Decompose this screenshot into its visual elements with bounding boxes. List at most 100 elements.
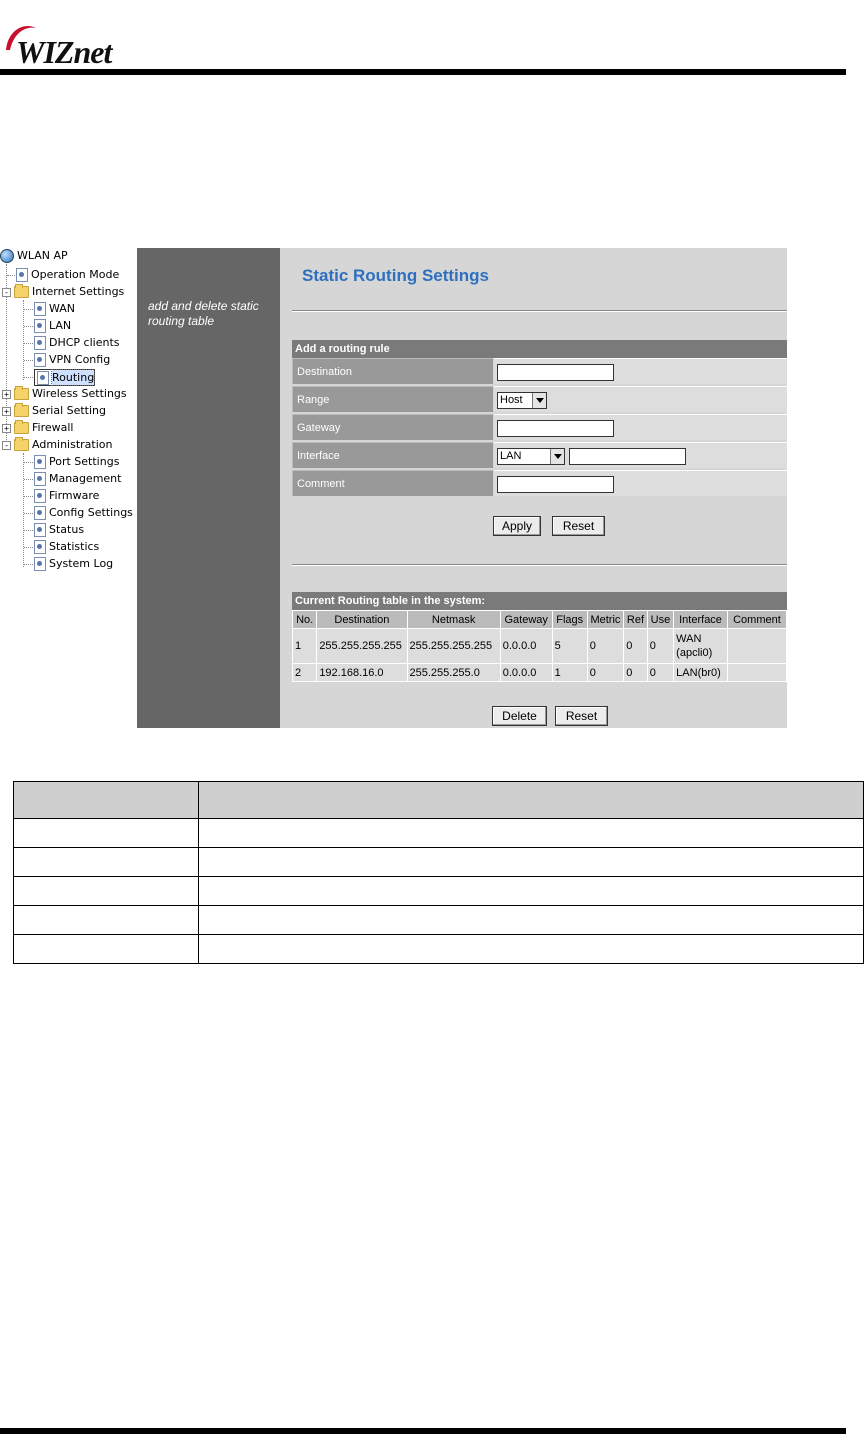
expand-icon[interactable]: + bbox=[2, 424, 11, 433]
collapse-icon[interactable]: - bbox=[2, 288, 11, 297]
col-header: Gateway bbox=[499, 610, 553, 629]
wiznet-logo: WIZnet bbox=[2, 20, 162, 70]
table-header-cell bbox=[13, 781, 199, 819]
tree-item-status[interactable]: Status bbox=[34, 522, 84, 538]
folder-icon bbox=[14, 420, 29, 434]
logo-text: WIZnet bbox=[16, 34, 112, 70]
routing-table-header: Current Routing table in the system: bbox=[292, 592, 787, 610]
page-icon bbox=[16, 268, 28, 282]
page-icon bbox=[34, 523, 46, 537]
page-icon bbox=[37, 370, 49, 385]
tree-item-operation-mode[interactable]: Operation Mode bbox=[16, 267, 119, 283]
interface-label: Interface bbox=[292, 442, 493, 468]
col-header: Netmask bbox=[406, 610, 501, 629]
col-header: Comment bbox=[726, 610, 787, 629]
table-row bbox=[13, 876, 864, 906]
tree-guide bbox=[23, 300, 24, 380]
tree-item-firewall[interactable]: Firewall bbox=[14, 420, 73, 436]
reset-button[interactable]: Reset bbox=[552, 516, 605, 536]
table-row bbox=[13, 905, 864, 935]
expand-icon[interactable]: + bbox=[2, 407, 11, 416]
tree-item-wan[interactable]: WAN bbox=[34, 301, 75, 317]
page-icon bbox=[34, 353, 46, 367]
router-ui-screenshot: WLAN AP Operation Mode - Internet Settin… bbox=[0, 248, 787, 728]
tree-root[interactable]: WLAN AP bbox=[0, 248, 68, 264]
col-header: No. bbox=[291, 610, 318, 629]
chevron-down-icon bbox=[550, 449, 564, 464]
network-globe-icon bbox=[0, 249, 14, 263]
comment-input[interactable] bbox=[497, 476, 614, 493]
footer-rule bbox=[0, 1428, 846, 1434]
nav-tree: WLAN AP Operation Mode - Internet Settin… bbox=[0, 248, 137, 728]
tree-item-management[interactable]: Management bbox=[34, 471, 121, 487]
table-row bbox=[13, 934, 864, 964]
interface-select[interactable]: LAN bbox=[497, 448, 565, 465]
tree-item-lan[interactable]: LAN bbox=[34, 318, 71, 334]
divider bbox=[292, 564, 787, 566]
page-icon bbox=[34, 489, 46, 503]
collapse-icon[interactable]: - bbox=[2, 441, 11, 450]
tree-item-administration[interactable]: Administration bbox=[14, 437, 113, 453]
col-header: Ref bbox=[623, 610, 648, 629]
custom-interface-input[interactable] bbox=[569, 448, 686, 465]
col-header: Destination bbox=[316, 610, 408, 629]
main-pane: Static Routing Settings Add a routing ru… bbox=[280, 248, 787, 728]
page-icon bbox=[34, 472, 46, 486]
table-row bbox=[13, 847, 864, 877]
tree-item-statistics[interactable]: Statistics bbox=[34, 539, 99, 555]
tree-item-internet-settings[interactable]: Internet Settings bbox=[14, 284, 124, 300]
page-icon bbox=[34, 336, 46, 350]
col-header: Flags bbox=[551, 610, 588, 629]
range-label: Range bbox=[292, 386, 493, 412]
folder-icon bbox=[14, 403, 29, 417]
expand-icon[interactable]: + bbox=[2, 390, 11, 399]
tree-item-routing[interactable]: Routing bbox=[34, 369, 96, 386]
page-icon bbox=[34, 319, 46, 333]
comment-label: Comment bbox=[292, 470, 493, 496]
destination-row: Destination bbox=[292, 358, 787, 385]
interface-row: Interface LAN bbox=[292, 442, 787, 469]
page-icon bbox=[34, 455, 46, 469]
gateway-label: Gateway bbox=[292, 414, 493, 440]
tree-guide bbox=[23, 453, 24, 567]
table-row: 2 192.168.16.0 255.255.255.0 0.0.0.0 1 0… bbox=[291, 663, 787, 682]
table-header-row: No. Destination Netmask Gateway Flags Me… bbox=[291, 610, 787, 629]
tree-item-wireless-settings[interactable]: Wireless Settings bbox=[14, 386, 127, 402]
table-header-row bbox=[13, 781, 864, 819]
apply-button[interactable]: Apply bbox=[493, 516, 541, 536]
tree-item-dhcp-clients[interactable]: DHCP clients bbox=[34, 335, 120, 351]
routing-table: No. Destination Netmask Gateway Flags Me… bbox=[291, 610, 787, 682]
page-title: Static Routing Settings bbox=[302, 266, 489, 285]
folder-open-icon bbox=[14, 284, 29, 298]
divider bbox=[292, 310, 787, 312]
delete-button[interactable]: Delete bbox=[492, 706, 547, 726]
folder-icon bbox=[14, 386, 29, 400]
header-rule bbox=[0, 69, 846, 75]
description-pane: add and delete static routing table bbox=[137, 248, 280, 728]
table-header-cell bbox=[198, 781, 864, 819]
range-select[interactable]: Host bbox=[497, 392, 547, 409]
page-description: add and delete static routing table bbox=[148, 299, 259, 328]
gateway-row: Gateway bbox=[292, 414, 787, 441]
col-header: Metric bbox=[586, 610, 625, 629]
tree-item-port-settings[interactable]: Port Settings bbox=[34, 454, 119, 470]
page-icon bbox=[34, 302, 46, 316]
page-icon bbox=[34, 557, 46, 571]
table-row: 1 255.255.255.255 255.255.255.255 0.0.0.… bbox=[291, 628, 787, 664]
gateway-input[interactable] bbox=[497, 420, 614, 437]
reset-table-button[interactable]: Reset bbox=[555, 706, 608, 726]
table-row bbox=[13, 818, 864, 848]
parameter-table bbox=[13, 781, 864, 964]
tree-item-system-log[interactable]: System Log bbox=[34, 556, 113, 572]
col-header: Use bbox=[646, 610, 675, 629]
comment-row: Comment bbox=[292, 470, 787, 497]
page-icon bbox=[34, 506, 46, 520]
range-row: Range Host bbox=[292, 386, 787, 413]
tree-item-serial-setting[interactable]: Serial Setting bbox=[14, 403, 106, 419]
destination-input[interactable] bbox=[497, 364, 614, 381]
tree-item-firmware[interactable]: Firmware bbox=[34, 488, 99, 504]
chevron-down-icon bbox=[532, 393, 546, 408]
page-icon bbox=[34, 540, 46, 554]
tree-item-vpn-config[interactable]: VPN Config bbox=[34, 352, 110, 368]
tree-item-config-settings[interactable]: Config Settings bbox=[34, 505, 133, 521]
